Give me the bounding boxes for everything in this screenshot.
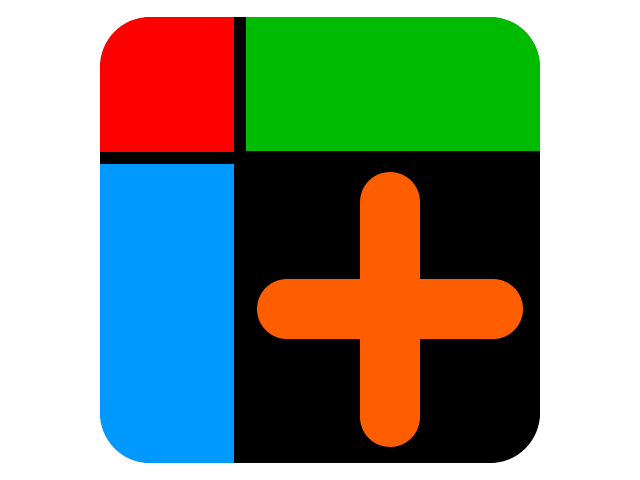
red-tile xyxy=(100,17,234,152)
blue-tile xyxy=(100,164,234,463)
plus-app-icon[interactable] xyxy=(100,17,540,463)
plus-icon xyxy=(257,172,523,447)
green-tile xyxy=(246,17,540,151)
plus-horizontal-bar xyxy=(257,279,523,339)
stage xyxy=(0,0,640,480)
